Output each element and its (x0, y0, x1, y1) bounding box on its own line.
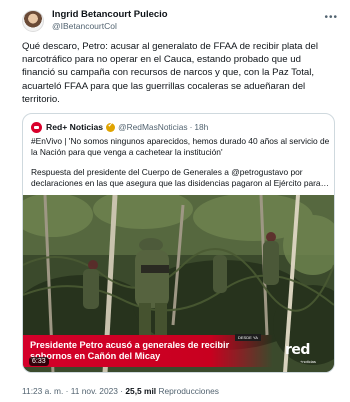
author-name[interactable]: Ingrid Betancourt Pulecio (52, 9, 168, 21)
tweet-text: Qué descaro, Petro: acusar al generalato… (22, 41, 318, 105)
separator-dot: · (189, 122, 193, 132)
author-handle[interactable]: @IBetancourtCol (52, 21, 168, 32)
tweet-meta: 11:23 a. m. · 11 nov. 2023 · 25,5 mil Re… (22, 386, 219, 396)
views-label: Reproducciones (158, 386, 219, 396)
channel-logo-sub: +noticias (300, 359, 316, 364)
quoted-avatar[interactable] (31, 121, 42, 133)
channel-logo: red (285, 342, 310, 358)
more-dots-icon[interactable]: ••• (324, 12, 338, 23)
video-duration: 6:33 (29, 357, 49, 366)
tweet-header: Ingrid Betancourt Pulecio @IBetancourtCo… (22, 8, 340, 36)
quoted-time[interactable]: 18h (194, 122, 208, 132)
separator-dot: · (65, 386, 69, 396)
video-player[interactable]: DESDE YA Presidente Petro acusó a genera… (23, 195, 334, 372)
quoted-text-body: Respuesta del presidente del Cuerpo de G… (31, 167, 329, 188)
view-count: 25,5 mil (125, 386, 157, 396)
quoted-header: Red+ Noticias @RedMasNoticias · 18h (31, 121, 208, 133)
verified-badge-icon (106, 121, 116, 132)
quoted-tweet[interactable]: Red+ Noticias @RedMasNoticias · 18h #EnV… (22, 113, 335, 373)
live-tag: DESDE YA (235, 334, 261, 341)
post-time[interactable]: 11:23 a. m. (22, 386, 63, 396)
quoted-text-headline: #EnVivo | 'No somos ningunos aparecidos,… (31, 136, 330, 157)
avatar[interactable] (22, 10, 44, 32)
post-date[interactable]: 11 nov. 2023 (71, 386, 118, 396)
tweet: Ingrid Betancourt Pulecio @IBetancourtCo… (0, 0, 350, 402)
author-names: Ingrid Betancourt Pulecio @IBetancourtCo… (52, 9, 168, 32)
video-caption: Presidente Petro acusó a generales de re… (30, 340, 230, 361)
quoted-author-name[interactable]: Red+ Noticias (46, 122, 103, 132)
separator-dot: · (120, 386, 124, 396)
quoted-author-handle[interactable]: @RedMasNoticias (118, 122, 187, 132)
